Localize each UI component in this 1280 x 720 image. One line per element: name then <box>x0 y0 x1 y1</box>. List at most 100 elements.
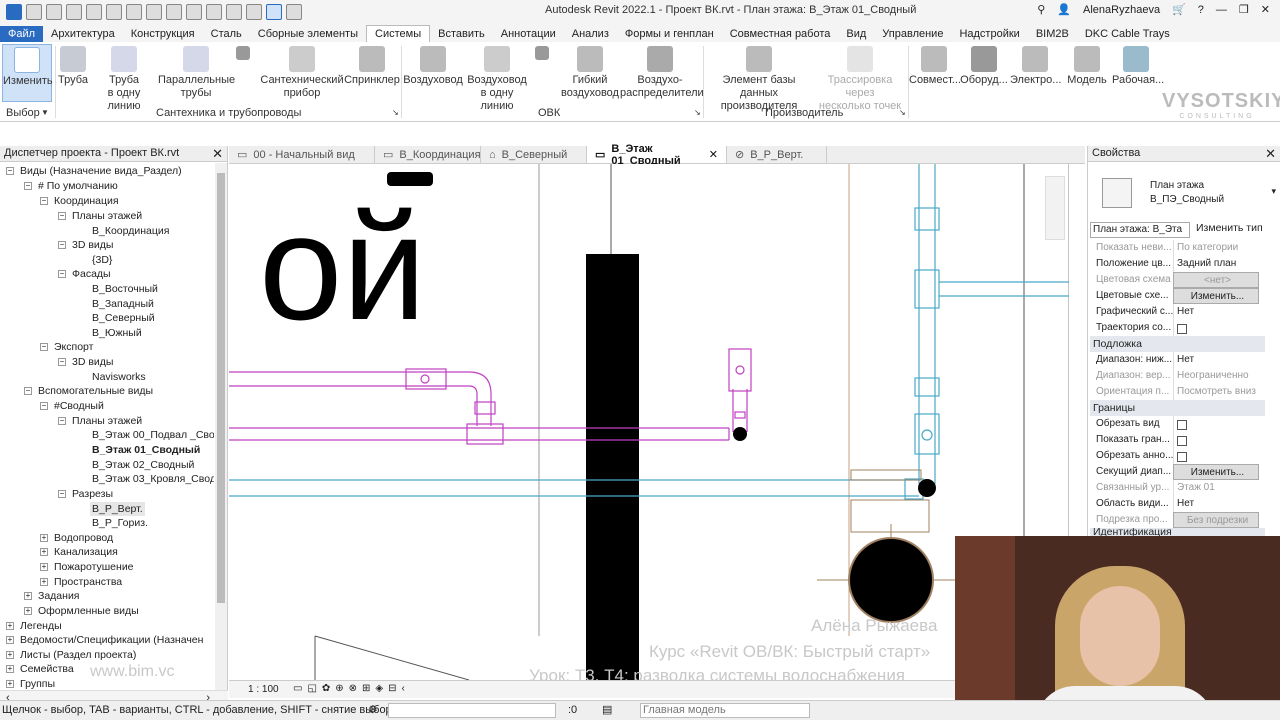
tree-node[interactable]: − # По умолчанию <box>24 179 118 193</box>
drawing-canvas[interactable]: ой Алёна Рыжаева Курс «Revit ОВ/ВК: Быст… <box>229 164 1069 680</box>
tab-analyze[interactable]: Анализ <box>564 26 617 42</box>
collapse-icon[interactable]: − <box>40 343 48 352</box>
prop-row[interactable]: Область види... Нет <box>1090 496 1265 512</box>
hvac-panel-launcher-icon[interactable]: ↘ <box>694 108 701 117</box>
view-tab[interactable]: ⌂ В_Северный <box>481 146 587 163</box>
tab-steel[interactable]: Сталь <box>203 26 250 42</box>
tab-collaborate[interactable]: Совместная работа <box>722 26 839 42</box>
editing-requests-icon[interactable]: ▤ <box>602 703 612 716</box>
tab-view[interactable]: Вид <box>838 26 874 42</box>
tree-leaf[interactable]: {3D} <box>92 253 112 267</box>
tree-node[interactable]: + Легенды <box>6 619 62 633</box>
collapse-icon[interactable]: − <box>58 490 66 499</box>
prop-row[interactable]: Показать гран... <box>1090 432 1265 448</box>
tab-dkc[interactable]: DKC Cable Trays <box>1077 26 1178 42</box>
tab-insert[interactable]: Вставить <box>430 26 493 42</box>
prop-row[interactable]: Ориентация п... Посмотреть вниз <box>1090 384 1265 400</box>
tree-leaf[interactable]: В_Этаж 00_Подвал _Сводн <box>92 428 214 442</box>
revit-logo-icon[interactable] <box>6 4 22 20</box>
tree-leaf-selected[interactable]: В_Р_Верт. <box>90 502 145 516</box>
minimize-icon[interactable]: — <box>1216 4 1227 16</box>
prop-row[interactable]: Цветовая схема <нет> <box>1090 272 1265 288</box>
prop-row[interactable]: Секущий диап... Изменить... <box>1090 464 1265 480</box>
prop-row[interactable]: Обрезать вид <box>1090 416 1265 432</box>
collapse-icon[interactable]: − <box>58 270 66 279</box>
coordination-button[interactable]: Совмест... <box>909 44 961 87</box>
prop-row[interactable]: Связанный ур... Этаж 01 <box>1090 480 1265 496</box>
expand-icon[interactable]: + <box>40 563 48 572</box>
tree-node[interactable]: − Разрезы <box>58 487 113 501</box>
expand-icon[interactable]: + <box>6 680 14 689</box>
collapse-icon[interactable]: − <box>58 417 66 426</box>
select-dropdown-icon[interactable]: ▼ <box>41 108 49 117</box>
tree-leaf-active[interactable]: В_Этаж 01_Сводный <box>92 443 200 457</box>
panel-fabrication-label[interactable]: Производитель <box>765 107 843 119</box>
fabrication-part-button[interactable]: Элемент базы данных производителя <box>705 44 813 113</box>
collapse-icon[interactable]: − <box>58 212 66 221</box>
tree-leaf[interactable]: В_Южный <box>92 326 142 340</box>
tab-annotate[interactable]: Аннотации <box>493 26 564 42</box>
close-tab-icon[interactable]: ✕ <box>709 148 718 161</box>
worksets-icon[interactable]: ⚙ <box>368 703 378 716</box>
workset-select[interactable] <box>388 703 556 718</box>
tree-node[interactable]: − Координация <box>40 194 119 208</box>
tree-node[interactable]: − Экспорт <box>40 340 93 354</box>
tree-node[interactable]: −3D виды <box>58 355 113 369</box>
flex-duct-button[interactable]: Гибкий воздуховод <box>560 44 620 100</box>
dimension-icon[interactable] <box>166 4 182 20</box>
panel-select-label[interactable]: Выбор <box>6 107 40 119</box>
tab-architecture[interactable]: Архитектура <box>43 26 123 42</box>
tree-node[interactable]: − Фасады <box>58 267 111 281</box>
dropdown-icon[interactable]: ▾ <box>1271 186 1276 197</box>
duct-placeholder-button[interactable]: Воздуховод в одну линию <box>463 44 531 113</box>
scroll-thumb[interactable] <box>217 173 225 603</box>
air-terminal-button[interactable]: Воздухо- распределители <box>620 44 704 100</box>
tree-node[interactable]: − Виды (Назначение вида_Раздел) <box>6 164 182 178</box>
checkbox[interactable] <box>1177 419 1187 430</box>
tree-node[interactable]: + Группы <box>6 677 55 691</box>
view-tab[interactable]: ⊘ В_Р_Верт. <box>727 146 827 163</box>
multi-point-routing-button[interactable]: Трассировка через несколько точек <box>813 44 907 113</box>
collapse-icon[interactable]: − <box>24 182 32 191</box>
view-tab[interactable]: ▭ 00 - Начальный вид <box>229 146 375 163</box>
parallel-pipes-button[interactable]: Параллельные трубы <box>158 44 235 100</box>
prop-row[interactable]: Диапазон: вер... Неограниченно <box>1090 368 1265 384</box>
electrical-button[interactable]: Электро... <box>1010 44 1061 87</box>
checkbox[interactable] <box>1177 451 1187 462</box>
redo-icon[interactable] <box>106 4 122 20</box>
navigation-bar[interactable] <box>1045 176 1065 240</box>
user-name[interactable]: AlenaRyzhaeva <box>1083 4 1160 16</box>
sync-icon[interactable] <box>66 4 82 20</box>
tree-node[interactable]: − Планы этажей <box>58 414 142 428</box>
view-tab[interactable]: ▭ В_Координация <box>375 146 481 163</box>
cart-icon[interactable]: 🛒 <box>1172 3 1186 16</box>
switch-windows-icon[interactable] <box>286 4 302 20</box>
tree-node[interactable]: + Задания <box>24 589 80 603</box>
expand-icon[interactable]: + <box>40 578 48 587</box>
tab-precast[interactable]: Сборные элементы <box>250 26 366 42</box>
tab-bim2b[interactable]: BIM2B <box>1028 26 1077 42</box>
expand-icon[interactable]: + <box>6 665 14 674</box>
prop-row[interactable]: Траектория со... <box>1090 320 1265 336</box>
section-bounds[interactable]: Границы <box>1090 400 1265 416</box>
tag-icon[interactable] <box>186 4 202 20</box>
tab-massing[interactable]: Формы и генплан <box>617 26 722 42</box>
pipe-placeholder-button[interactable]: Труба в одну линию <box>90 44 158 113</box>
help-icon[interactable]: ? <box>1198 4 1204 16</box>
pipe-button[interactable]: Труба <box>56 44 90 87</box>
measure-icon[interactable] <box>146 4 162 20</box>
tree-node[interactable]: + Пространства <box>40 575 122 589</box>
edit-type-button[interactable]: Изменить тип <box>1196 222 1263 234</box>
3d-view-icon[interactable] <box>226 4 242 20</box>
browser-scrollbar[interactable] <box>215 163 227 691</box>
room-tag-text[interactable]: ой <box>259 192 426 342</box>
type-selector[interactable]: План этажа В_ПЭ_Сводный ▾ <box>1092 168 1276 220</box>
expand-icon[interactable]: + <box>6 622 14 631</box>
thin-lines-icon[interactable] <box>266 4 282 20</box>
tab-manage[interactable]: Управление <box>874 26 951 42</box>
duct-button[interactable]: Воздуховод <box>403 44 463 87</box>
tree-node[interactable]: + Пожаротушение <box>40 560 134 574</box>
modify-button[interactable]: Изменить <box>2 44 53 102</box>
prop-row[interactable]: Показать неви... По категории <box>1090 240 1265 256</box>
tree-leaf[interactable]: В_Этаж 03_Кровля_Сводны <box>92 472 214 486</box>
